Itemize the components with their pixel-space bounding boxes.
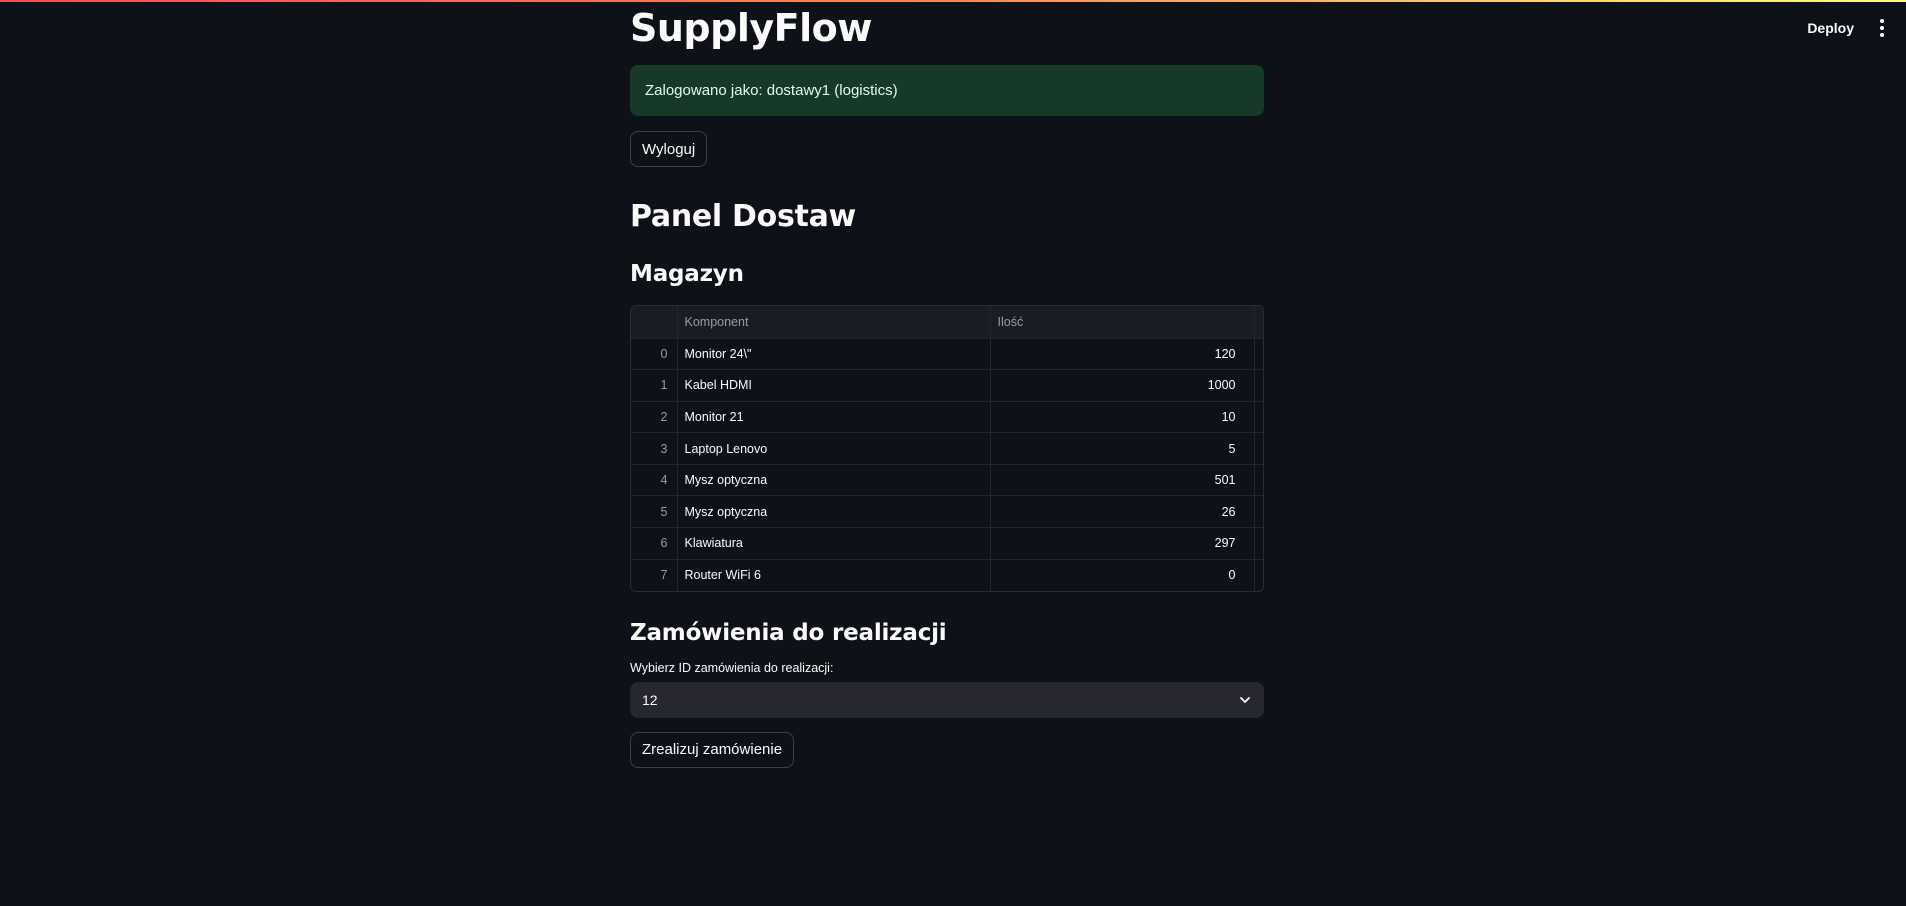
order-id-select[interactable]: 12 [630, 681, 1264, 718]
row-index: 1 [631, 369, 678, 402]
row-index: 2 [631, 401, 678, 434]
login-status-text: Zalogowano jako: dostawy1 (logistics) [645, 82, 898, 99]
logout-button[interactable]: Wyloguj [630, 131, 708, 167]
table-row[interactable]: 7 Router WiFi 6 0 [631, 559, 1263, 591]
component-cell[interactable]: Laptop Lenovo [677, 432, 991, 465]
quantity-cell[interactable]: 0 [990, 559, 1255, 591]
page-title: Panel Dostaw [630, 199, 856, 234]
column-header-quantity[interactable]: Ilość [990, 306, 1255, 339]
kebab-menu-icon[interactable] [1872, 16, 1892, 40]
table-row[interactable]: 1 Kabel HDMI 1000 [631, 369, 1263, 402]
row-index: 7 [631, 559, 678, 591]
quantity-cell[interactable]: 1000 [990, 369, 1255, 402]
warehouse-title: Magazyn [630, 261, 744, 287]
orders-title: Zamówienia do realizacji [630, 619, 947, 646]
component-cell[interactable]: Router WiFi 6 [677, 559, 991, 591]
row-index: 6 [631, 527, 678, 560]
table-row[interactable]: 4 Mysz optyczna 501 [631, 464, 1263, 497]
component-cell[interactable]: Monitor 21 [677, 401, 991, 434]
warehouse-table[interactable]: Komponent Ilość 0 Monitor 24\" 120 1 Kab… [630, 305, 1264, 592]
order-select-label: Wybierz ID zamówienia do realizacji: [630, 660, 834, 675]
table-row[interactable]: 6 Klawiatura 297 [631, 527, 1263, 560]
column-header-component[interactable]: Komponent [677, 306, 991, 339]
component-cell[interactable]: Monitor 24\" [677, 338, 991, 371]
component-cell[interactable]: Mysz optyczna [677, 495, 991, 529]
component-cell[interactable]: Mysz optyczna [677, 464, 991, 497]
table-row[interactable]: 2 Monitor 21 10 [631, 401, 1263, 434]
chevron-down-icon [1240, 696, 1250, 703]
quantity-cell[interactable]: 26 [990, 495, 1255, 529]
deploy-button[interactable]: Deploy [1801, 14, 1860, 42]
realize-order-button[interactable]: Zrealizuj zamówienie [630, 731, 795, 768]
main-content: SupplyFlow Zalogowano jako: dostawy1 (lo… [630, 0, 1264, 768]
row-index: 3 [631, 432, 678, 465]
table-row[interactable]: 5 Mysz optyczna 26 [631, 495, 1263, 529]
row-index: 4 [631, 464, 678, 497]
index-header [631, 306, 678, 339]
quantity-cell[interactable]: 120 [990, 338, 1255, 371]
row-index: 5 [631, 495, 678, 529]
quantity-cell[interactable]: 297 [990, 527, 1255, 560]
table-row[interactable]: 0 Monitor 24\" 120 [631, 338, 1263, 371]
app-title: SupplyFlow [630, 6, 872, 50]
row-index: 0 [631, 338, 678, 371]
table-header-row: Komponent Ilość [631, 306, 1263, 339]
quantity-cell[interactable]: 501 [990, 464, 1255, 497]
table-row[interactable]: 3 Laptop Lenovo 5 [631, 432, 1263, 465]
header-spacer [1254, 306, 1263, 339]
quantity-cell[interactable]: 5 [990, 432, 1255, 465]
header-toolbar: Deploy [1801, 14, 1892, 42]
component-cell[interactable]: Klawiatura [677, 527, 991, 560]
order-id-value: 12 [642, 691, 658, 708]
quantity-cell[interactable]: 10 [990, 401, 1255, 434]
component-cell[interactable]: Kabel HDMI [677, 369, 991, 402]
login-status-alert: Zalogowano jako: dostawy1 (logistics) [630, 65, 1264, 116]
